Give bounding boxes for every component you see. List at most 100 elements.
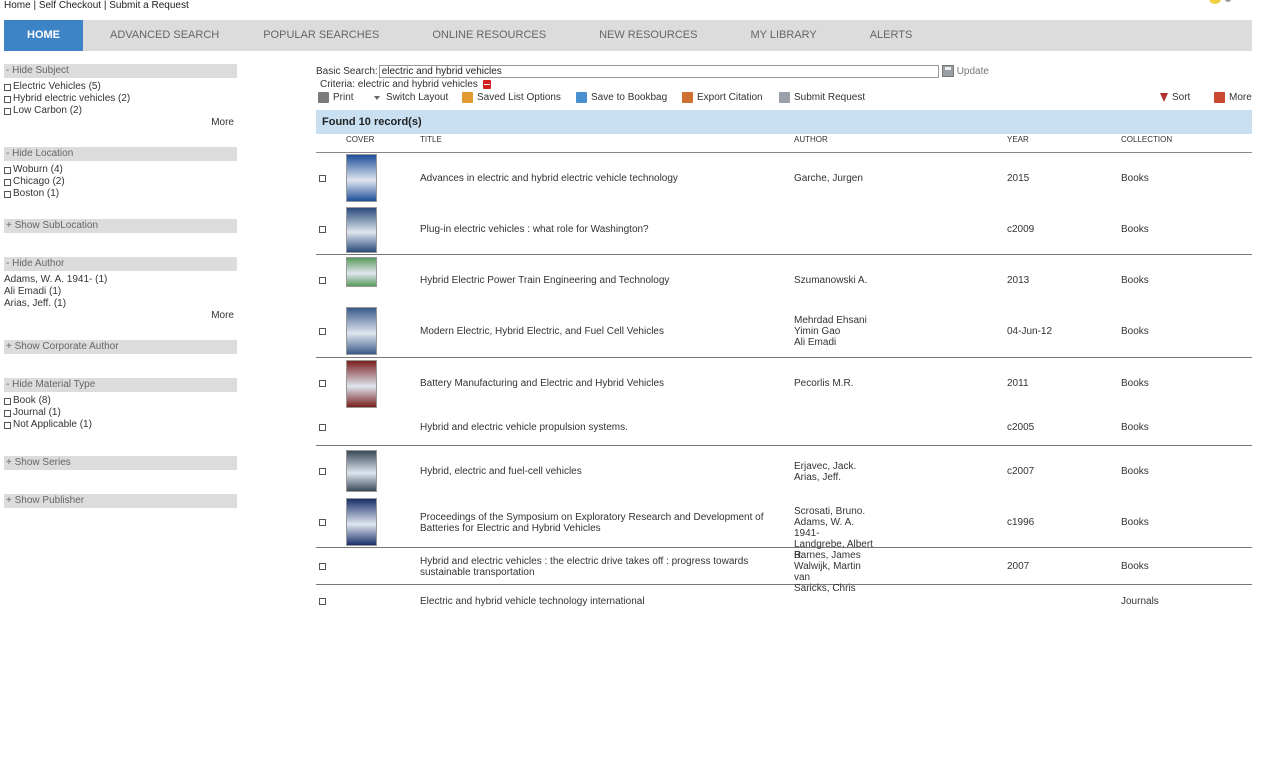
cover-thumbnail[interactable] [346, 450, 377, 492]
result-title-link[interactable]: Advances in electric and hybrid electric… [420, 173, 786, 184]
cover-thumbnail[interactable] [346, 360, 377, 408]
row-select-checkbox[interactable] [319, 380, 326, 387]
top-user-icons [1209, 0, 1239, 4]
checkbox[interactable] [4, 421, 11, 429]
result-title-link[interactable]: Hybrid Electric Power Train Engineering … [420, 275, 786, 286]
checkbox[interactable] [4, 409, 11, 417]
switch-layout-button[interactable]: Switch Layout [374, 92, 448, 103]
row-select-checkbox[interactable] [319, 519, 326, 526]
facet-material-type-header[interactable]: - Hide Material Type [4, 378, 237, 392]
table-row[interactable]: Plug-in electric vehicles : what role fo… [316, 204, 1252, 255]
export-citation-button[interactable]: Export Citation [682, 92, 763, 103]
facet-option[interactable]: Adams, W. A. 1941- (1) [4, 274, 237, 286]
cover-thumbnail[interactable] [346, 498, 377, 546]
facet-subject-header[interactable]: - Hide Subject [4, 64, 237, 78]
checkbox[interactable] [4, 178, 11, 186]
nav-online-resources[interactable]: ONLINE RESOURCES [432, 20, 599, 51]
column-header-collection[interactable]: COLLECTION [1121, 134, 1172, 144]
result-title-link[interactable]: Battery Manufacturing and Electric and H… [420, 378, 786, 389]
facet-option[interactable]: Arias, Jeff. (1) [4, 298, 237, 310]
facet-option[interactable]: Not Applicable (1) [4, 419, 237, 431]
row-select-checkbox[interactable] [319, 468, 326, 475]
result-title-link[interactable]: Proceedings of the Symposium on Explorat… [420, 512, 786, 534]
settings-icon[interactable] [1225, 0, 1231, 2]
column-header-author[interactable]: AUTHOR [794, 134, 828, 144]
remove-criteria-icon[interactable] [482, 80, 491, 89]
facet-option[interactable]: Ali Emadi (1) [4, 286, 237, 298]
facet-author-more-link[interactable]: More [4, 310, 237, 322]
row-select-checkbox[interactable] [319, 563, 326, 570]
checkbox[interactable] [4, 107, 11, 115]
facet-corporate-author-header[interactable]: + Show Corporate Author [4, 340, 237, 354]
update-button[interactable]: Update [941, 65, 989, 77]
result-year: 2015 [1007, 173, 1030, 184]
request-icon [779, 92, 790, 103]
column-header-year[interactable]: YEAR [1007, 134, 1029, 144]
table-row[interactable]: Hybrid and electric vehicles : the elect… [316, 548, 1252, 594]
facet-option[interactable]: Electric Vehicles (5) [4, 81, 237, 93]
facet-option[interactable]: Book (8) [4, 395, 237, 407]
nav-home[interactable]: HOME [4, 20, 83, 51]
column-header-cover: COVER [346, 135, 375, 144]
checkbox[interactable] [4, 190, 11, 198]
result-title-link[interactable]: Modern Electric, Hybrid Electric, and Fu… [420, 326, 786, 337]
nav-my-library[interactable]: MY LIBRARY [750, 20, 869, 51]
facet-option[interactable]: Journal (1) [4, 407, 237, 419]
table-row[interactable]: Hybrid and electric vehicle propulsion s… [316, 409, 1252, 446]
result-title-link[interactable]: Hybrid and electric vehicle propulsion s… [420, 422, 786, 433]
checkbox[interactable] [4, 83, 11, 91]
cover-thumbnail[interactable] [346, 207, 377, 253]
column-header-title[interactable]: TITLE [420, 134, 442, 144]
nav-alerts[interactable]: ALERTS [870, 20, 913, 51]
facet-author-header[interactable]: - Hide Author [4, 257, 237, 271]
facet-option[interactable]: Boston (1) [4, 188, 237, 200]
table-row[interactable]: Battery Manufacturing and Electric and H… [316, 358, 1252, 409]
search-input[interactable] [378, 64, 939, 78]
print-button[interactable]: Print [318, 92, 354, 103]
table-row[interactable]: Modern Electric, Hybrid Electric, and Fu… [316, 306, 1252, 358]
facet-option[interactable]: Chicago (2) [4, 176, 237, 188]
result-title-link[interactable]: Hybrid, electric and fuel-cell vehicles [420, 466, 786, 477]
row-select-checkbox[interactable] [319, 175, 326, 182]
cover-thumbnail[interactable] [346, 154, 377, 202]
row-select-checkbox[interactable] [319, 328, 326, 335]
checkbox[interactable] [4, 397, 11, 405]
save-to-bookbag-button[interactable]: Save to Bookbag [576, 92, 667, 103]
checkbox[interactable] [4, 166, 11, 174]
result-year: c1996 [1007, 517, 1035, 528]
facet-publisher-header[interactable]: + Show Publisher [4, 494, 237, 508]
facet-option[interactable]: Woburn (4) [4, 164, 237, 176]
nav-new-resources[interactable]: NEW RESOURCES [599, 20, 750, 51]
facet-option[interactable]: Low Carbon (2) [4, 105, 237, 117]
table-row[interactable]: Hybrid, electric and fuel-cell vehicles E… [316, 446, 1252, 497]
row-select-checkbox[interactable] [319, 226, 326, 233]
result-title-link[interactable]: Electric and hybrid vehicle technology i… [420, 596, 786, 607]
table-row[interactable]: Electric and hybrid vehicle technology i… [316, 585, 1252, 619]
submit-request-button[interactable]: Submit Request [779, 92, 865, 103]
facet-option[interactable]: Hybrid electric vehicles (2) [4, 93, 237, 105]
row-select-checkbox[interactable] [319, 424, 326, 431]
result-author: Erjavec, Jack. Arias, Jeff. [794, 461, 857, 483]
table-row[interactable]: Hybrid Electric Power Train Engineering … [316, 255, 1252, 306]
row-select-checkbox[interactable] [319, 277, 326, 284]
result-title-link[interactable]: Hybrid and electric vehicles : the elect… [420, 556, 786, 578]
cover-thumbnail[interactable] [346, 307, 377, 355]
facet-series-header[interactable]: + Show Series [4, 456, 237, 470]
notification-icon[interactable] [1209, 0, 1221, 4]
cover-thumbnail[interactable] [346, 257, 377, 287]
top-links[interactable]: Home | Self Checkout | Submit a Request [4, 0, 189, 11]
row-select-checkbox[interactable] [319, 598, 326, 605]
search-criteria: Criteria: electric and hybrid vehicles [320, 79, 491, 90]
facet-subject-more-link[interactable]: More [4, 117, 237, 129]
table-row[interactable]: Advances in electric and hybrid electric… [316, 153, 1252, 204]
nav-popular-searches[interactable]: POPULAR SEARCHES [263, 20, 432, 51]
result-title-link[interactable]: Plug-in electric vehicles : what role fo… [420, 224, 786, 235]
facet-sublocation-header[interactable]: + Show SubLocation [4, 219, 237, 233]
table-row[interactable]: Proceedings of the Symposium on Explorat… [316, 497, 1252, 561]
nav-advanced-search[interactable]: ADVANCED SEARCH [83, 20, 263, 51]
sort-button[interactable]: Sort [1160, 92, 1190, 103]
checkbox[interactable] [4, 95, 11, 103]
more-button[interactable]: More [1214, 92, 1252, 103]
saved-list-options-button[interactable]: Saved List Options [462, 92, 561, 103]
facet-location-header[interactable]: - Hide Location [4, 147, 237, 161]
